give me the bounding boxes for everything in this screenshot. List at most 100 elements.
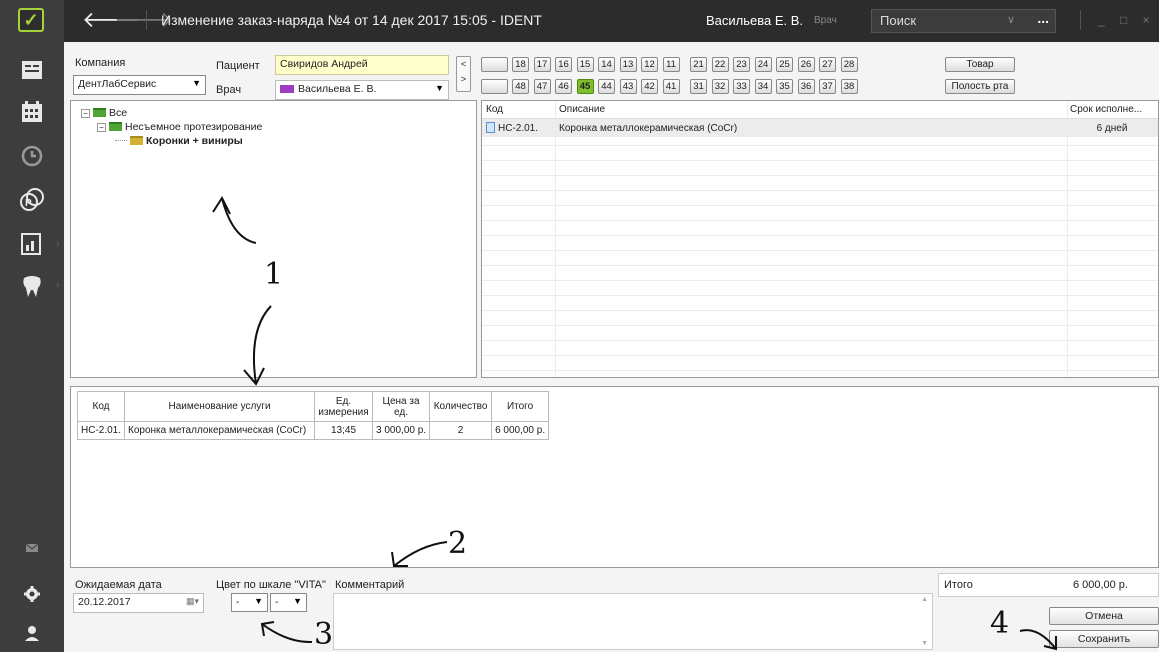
order-header-total[interactable]: Итого — [491, 391, 550, 422]
grid-line — [482, 265, 1158, 266]
tooth-42-button[interactable]: 42 — [641, 79, 658, 94]
order-unit[interactable]: 13;45 — [314, 421, 374, 440]
tooth-18-button[interactable]: 18 — [512, 57, 529, 72]
tooth-icon[interactable] — [16, 270, 48, 302]
tooth-35-button[interactable]: 35 — [776, 79, 793, 94]
tooth-32-button[interactable]: 32 — [711, 79, 729, 94]
tooth-17-button[interactable]: 17 — [533, 57, 551, 72]
lower-blank-button[interactable] — [481, 79, 508, 94]
settings-gear-icon[interactable] — [16, 578, 48, 610]
services-panel: Код Описание Срок исполне... НС-2.01. Ко… — [481, 100, 1159, 378]
grid-line — [482, 295, 1158, 296]
comment-textarea[interactable]: ▲ ▼ — [333, 593, 933, 650]
tooth-38-button[interactable]: 38 — [840, 79, 858, 94]
tooth-26-button[interactable]: 26 — [797, 57, 815, 72]
search-input[interactable]: Поиск ∨ ... — [871, 9, 1056, 33]
scroll-up-icon[interactable]: ▲ — [921, 596, 928, 603]
order-header-name[interactable]: Наименование услуги — [124, 391, 316, 422]
doctor-select[interactable]: Васильева Е. В. ▼ — [275, 80, 449, 100]
tree-node-crowns-veneers[interactable]: Коронки + виниры — [115, 135, 243, 147]
product-button[interactable]: Товар — [945, 57, 1015, 72]
tooth-12-button[interactable]: 12 — [641, 57, 658, 72]
patient-field[interactable]: Свиридов Андрей — [275, 55, 449, 75]
tooth-28-button[interactable]: 28 — [840, 57, 858, 72]
tooth-22-button[interactable]: 22 — [711, 57, 729, 72]
order-header-price[interactable]: Цена за ед. — [372, 391, 431, 422]
tooth-25-button[interactable]: 25 — [776, 57, 793, 72]
tooth-46-button[interactable]: 46 — [555, 79, 572, 94]
tooth-41-button[interactable]: 41 — [662, 79, 680, 94]
tooth-13-button[interactable]: 13 — [619, 57, 637, 72]
upper-blank-button[interactable] — [481, 57, 508, 72]
oral-cavity-button[interactable]: Полость рта — [945, 79, 1015, 94]
order-code: НС-2.01. — [76, 421, 126, 440]
tooth-44-button[interactable]: 44 — [598, 79, 615, 94]
annotation-3: 3 — [314, 617, 334, 652]
grid-line — [482, 250, 1158, 251]
mail-icon[interactable] — [16, 532, 48, 564]
payments-coins-icon[interactable]: P — [16, 184, 48, 216]
tooth-48-button[interactable]: 48 — [512, 79, 529, 94]
tooth-21-button[interactable]: 21 — [690, 57, 707, 72]
order-qty[interactable]: 2 — [429, 421, 493, 440]
collapse-icon[interactable]: − — [97, 123, 106, 132]
order-price[interactable]: 3 000,00 р. — [372, 421, 431, 440]
vita-shade-select-1[interactable]: - ▼ — [231, 593, 268, 612]
window-controls[interactable]: _ □ × — [1098, 13, 1156, 27]
service-row[interactable]: НС-2.01. Коронка металлокерамическая (Co… — [482, 118, 1158, 137]
folder-icon — [93, 108, 106, 117]
tooth-23-button[interactable]: 23 — [733, 57, 750, 72]
tree-node-fixed-prosthetics[interactable]: − Несъемное протезирование — [97, 121, 262, 133]
tooth-15-button[interactable]: 15 — [576, 57, 594, 72]
dashboard-icon[interactable] — [16, 54, 48, 86]
tooth-11-button[interactable]: 11 — [662, 57, 680, 72]
collapse-icon[interactable]: − — [81, 109, 90, 118]
tooth-expand-icon[interactable]: › — [56, 280, 59, 291]
order-header-qty[interactable]: Количество — [429, 391, 493, 422]
tooth-36-button[interactable]: 36 — [797, 79, 815, 94]
save-button[interactable]: Сохранить — [1049, 630, 1159, 648]
scroll-down-icon[interactable]: ▼ — [921, 640, 928, 647]
tooth-24-button[interactable]: 24 — [754, 57, 772, 72]
folder-icon — [130, 136, 143, 145]
order-header-code[interactable]: Код — [76, 391, 126, 422]
tooth-34-button[interactable]: 34 — [754, 79, 772, 94]
tooth-14-button[interactable]: 14 — [598, 57, 615, 72]
tooth-37-button[interactable]: 37 — [819, 79, 836, 94]
tooth-16-button[interactable]: 16 — [555, 57, 572, 72]
user-profile-icon[interactable] — [16, 618, 48, 650]
calendar-icon[interactable] — [16, 96, 48, 128]
tooth-33-button[interactable]: 33 — [733, 79, 750, 94]
service-description: Коронка металлокерамическая (CoCr) — [555, 118, 1066, 137]
folder-icon — [109, 122, 122, 131]
reports-expand-icon[interactable]: › — [56, 238, 59, 249]
order-total: 6 000,00 р. — [491, 421, 550, 440]
grid-line — [482, 310, 1158, 311]
cancel-button[interactable]: Отмена — [1049, 607, 1159, 625]
chevron-down-icon[interactable]: ∨ — [1007, 13, 1015, 26]
tree-node-all[interactable]: − Все — [81, 107, 127, 119]
app-logo-checkmark-icon[interactable]: ✓ — [18, 8, 44, 32]
expected-date-input[interactable]: 20.12.2017 ▦▾ — [73, 593, 204, 613]
tooth-43-button[interactable]: 43 — [619, 79, 637, 94]
teeth-nav-buttons[interactable]: < > — [456, 56, 471, 92]
company-select[interactable]: ДентЛабСервис ▼ — [73, 75, 206, 95]
tooth-47-button[interactable]: 47 — [533, 79, 551, 94]
tooth-45-button[interactable]: 45 — [576, 79, 594, 94]
services-header-term[interactable]: Срок исполне... — [1066, 101, 1158, 119]
order-header-unit[interactable]: Ед. измерения — [314, 391, 374, 422]
vita-shade-select-2[interactable]: - ▼ — [270, 593, 307, 612]
tooth-27-button[interactable]: 27 — [819, 57, 836, 72]
services-header-description[interactable]: Описание — [555, 101, 1066, 119]
search-more-button[interactable]: ... — [1037, 10, 1049, 26]
prev-teeth-button[interactable]: < — [457, 57, 470, 72]
reports-chart-icon[interactable] — [16, 228, 48, 260]
next-teeth-button[interactable]: > — [457, 72, 470, 87]
history-clock-icon[interactable] — [16, 140, 48, 172]
services-header-code[interactable]: Код — [482, 101, 555, 119]
calendar-picker-icon[interactable]: ▦▾ — [186, 596, 199, 607]
tooth-31-button[interactable]: 31 — [690, 79, 707, 94]
order-item-row[interactable]: НС-2.01. Коронка металлокерамическая (Co… — [76, 421, 550, 440]
controls-separator — [1080, 10, 1081, 30]
current-user-name[interactable]: Васильева Е. В. — [706, 13, 803, 28]
